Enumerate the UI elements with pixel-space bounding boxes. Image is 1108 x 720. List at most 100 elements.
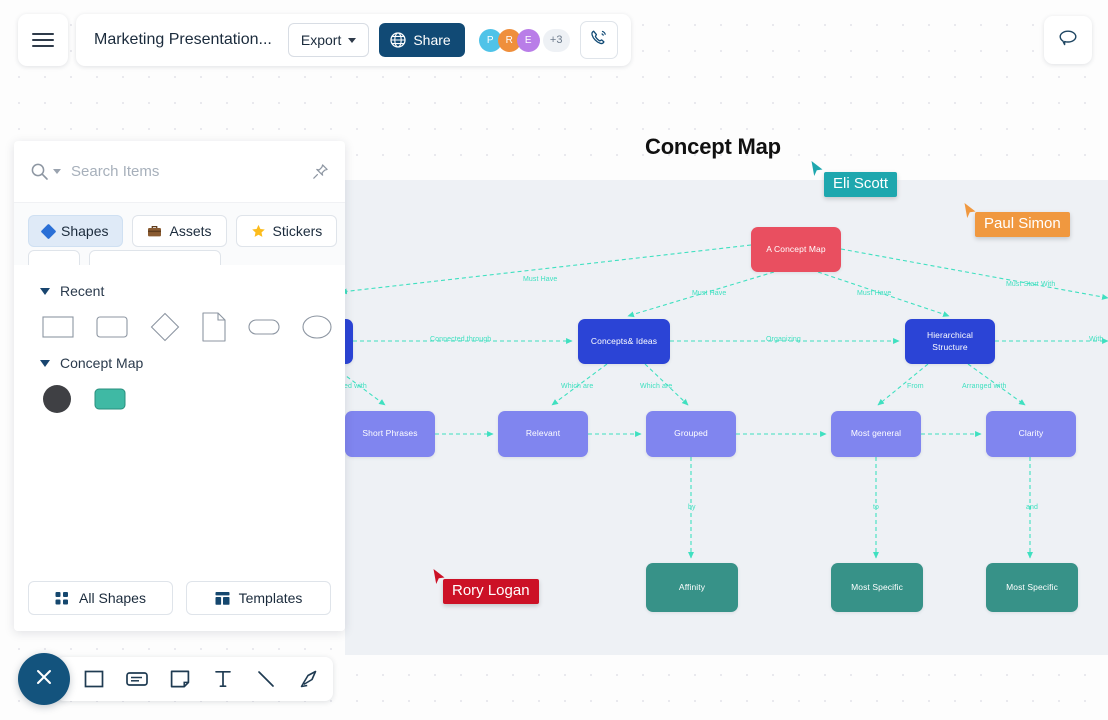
- card-tool[interactable]: [123, 665, 151, 693]
- edge-label: by: [688, 504, 696, 511]
- document-shape[interactable]: [202, 312, 226, 342]
- edge-label: to: [873, 504, 880, 511]
- search-icon[interactable]: [30, 162, 61, 181]
- diagram-node[interactable]: Short Phrases: [345, 411, 435, 457]
- shape-row: [14, 303, 345, 351]
- note-tool[interactable]: [166, 665, 194, 693]
- diagram-node[interactable]: Hierarchical Structure: [905, 319, 995, 364]
- shape-group-header[interactable]: Recent: [14, 279, 345, 303]
- square-icon: [83, 668, 105, 690]
- edge-label: From: [907, 383, 924, 390]
- edge-label: Must Have: [523, 276, 558, 283]
- hamburger-icon: [32, 29, 54, 51]
- edge-label: Organizing: [766, 336, 801, 343]
- main-menu-button[interactable]: [18, 14, 68, 66]
- pin-icon[interactable]: [312, 163, 329, 185]
- diamond-shape[interactable]: [150, 312, 180, 342]
- star-icon: [251, 224, 266, 239]
- template-icon: [215, 591, 230, 606]
- phone-call-icon: [589, 28, 609, 53]
- diagram-node-label: Concepts& Ideas: [590, 335, 658, 346]
- text-t-icon: [213, 668, 233, 690]
- tab-label: Stickers: [272, 223, 323, 239]
- collaborator-name-tag: Paul Simon: [975, 212, 1070, 237]
- diagram-node[interactable]: Concepts& Ideas: [578, 319, 670, 364]
- shape-groups: Recent Concept Map: [14, 265, 345, 571]
- edge-label: With: [1089, 336, 1104, 343]
- diamond-icon: [40, 223, 57, 239]
- edge-label: Must Have: [692, 290, 727, 297]
- panel-footer: All Shapes Templates: [14, 571, 345, 631]
- whiteboard-app: Concept Map A Concept Map Concepts& Idea…: [0, 0, 1108, 720]
- edge-label: ted with: [342, 383, 367, 390]
- export-button[interactable]: Export: [287, 23, 370, 57]
- panel-subtabs: [14, 247, 345, 265]
- dark-circle-shape[interactable]: [42, 384, 72, 414]
- shape-row: [14, 375, 345, 423]
- diagram-node[interactable]: Clarity: [986, 411, 1076, 457]
- comments-button[interactable]: [1044, 16, 1092, 64]
- line-tool[interactable]: [252, 665, 280, 693]
- all-shapes-button[interactable]: All Shapes: [28, 581, 173, 615]
- card-icon: [125, 668, 149, 690]
- avatar-overflow-count[interactable]: +3: [542, 28, 570, 52]
- star-icon: [251, 224, 265, 237]
- diagram-node[interactable]: Most Specific: [831, 563, 923, 612]
- diagram-node[interactable]: A Concept Map: [751, 227, 841, 272]
- document-title[interactable]: Marketing Presentation...: [94, 31, 272, 49]
- ellipse-shape[interactable]: [302, 315, 332, 339]
- tab-assets[interactable]: Assets: [132, 215, 227, 247]
- edge-label: Which are: [640, 383, 673, 390]
- rectangle-tool[interactable]: [80, 665, 108, 693]
- shape-group-header[interactable]: Concept Map: [14, 351, 345, 375]
- diagram-node-label: Most general: [850, 428, 902, 439]
- rectangle-shape[interactable]: [42, 316, 74, 338]
- subtab-right[interactable]: [89, 250, 221, 265]
- diagram-node[interactable]: Most Specific: [986, 563, 1078, 612]
- search-input[interactable]: [69, 162, 329, 181]
- diagram-node[interactable]: Grouped: [646, 411, 736, 457]
- tab-stickers[interactable]: Stickers: [235, 215, 338, 247]
- tab-shapes[interactable]: Shapes: [28, 215, 124, 247]
- edge-label: Arranged with: [962, 383, 1007, 390]
- diagram-node-label: Relevant: [525, 428, 561, 439]
- briefcase-icon: [148, 225, 162, 237]
- pen-tool[interactable]: [295, 665, 323, 693]
- edge-label: Which are: [561, 383, 594, 390]
- edge-label: Must Have: [857, 290, 892, 297]
- edge-label: and: [1026, 504, 1038, 511]
- call-button[interactable]: [579, 21, 618, 59]
- diagram-node[interactable]: Affinity: [646, 563, 738, 612]
- templates-button[interactable]: Templates: [186, 581, 331, 615]
- subtab-left[interactable]: [28, 250, 80, 265]
- close-icon: [32, 665, 56, 694]
- diagram-node-label: Most Specific: [851, 581, 903, 592]
- pill-shape[interactable]: [248, 319, 280, 335]
- share-button[interactable]: Share: [379, 23, 465, 57]
- diagram-node-label: Grouped: [674, 428, 708, 439]
- board-title: Concept Map: [645, 134, 781, 159]
- diamond-icon: [40, 223, 57, 239]
- pen-nib-icon: [298, 668, 320, 690]
- footer-button-label: All Shapes: [79, 590, 146, 606]
- text-tool[interactable]: [209, 665, 237, 693]
- caret-down-icon: [40, 359, 50, 367]
- share-label: Share: [413, 32, 451, 48]
- avatar[interactable]: E: [516, 28, 540, 52]
- tab-label: Shapes: [61, 223, 109, 239]
- panel-tabs: Shapes Assets Stickers: [14, 203, 345, 247]
- panel-search-row: [14, 141, 345, 203]
- chevron-down-icon: [348, 37, 357, 43]
- diagram-node-label: A Concept Map: [766, 243, 826, 254]
- diagram-node[interactable]: Relevant: [498, 411, 588, 457]
- edge-label: Connected through: [430, 336, 492, 343]
- diagram-node[interactable]: Most general: [831, 411, 921, 457]
- close-toolbar-button[interactable]: [18, 653, 70, 705]
- comment-bubble-icon: [1055, 25, 1081, 56]
- collaborator-name-tag: Rory Logan: [443, 579, 539, 604]
- edge-label: Must Start With: [1006, 281, 1056, 288]
- rounded-rectangle-shape[interactable]: [96, 316, 128, 338]
- bottom-toolbar: [18, 653, 333, 705]
- teal-rounded-rectangle-shape[interactable]: [94, 388, 126, 410]
- shapes-panel: Shapes Assets Stickers Recent Concept Map A…: [14, 141, 345, 631]
